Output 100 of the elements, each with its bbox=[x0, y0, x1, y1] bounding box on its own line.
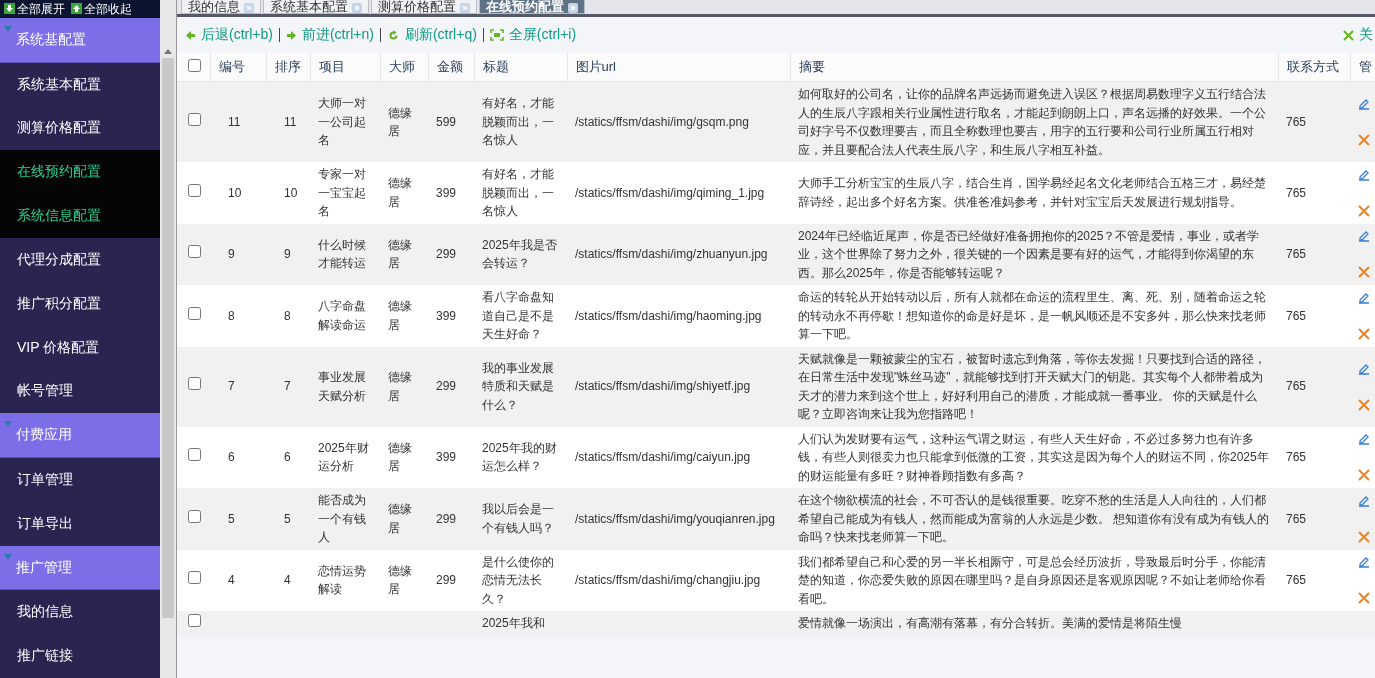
table-cell: 399 bbox=[436, 450, 457, 464]
edit-icon[interactable] bbox=[1358, 494, 1370, 507]
table-cell: 4 bbox=[284, 573, 291, 587]
column-header: 标题 bbox=[474, 53, 567, 82]
sidebar-group-header[interactable]: 推广管理 bbox=[0, 545, 160, 591]
edit-icon[interactable] bbox=[1358, 98, 1370, 110]
table-cell: 我们都希望自己和心爱的另一半长相厮守，可是总会经历波折，导致最后时分手，你能清楚的知道，你恋爱失败的原因在哪里吗？是自身原因还是客观原因呢？不如让老师给你看看吧。 bbox=[798, 554, 1266, 606]
delete-icon[interactable] bbox=[1358, 134, 1370, 146]
table-cell: 299 bbox=[436, 379, 457, 394]
table-cell: 765 bbox=[1286, 379, 1307, 394]
close-icon[interactable] bbox=[568, 3, 578, 13]
expand-all-button[interactable]: 全部展开 bbox=[4, 1, 65, 16]
table-cell: 事业发展天赋分析 bbox=[318, 370, 366, 403]
delete-icon[interactable] bbox=[1358, 398, 1370, 411]
sidebar-group-header[interactable]: 系统基配置 bbox=[0, 17, 160, 63]
table-cell: 命运的转轮从开始转动以后，所有人就都在命运的流程里生、离、死、别，随着命运之轮的转动永不再停歇！想知道你的命是好是坏，是一帆风顺还是不安多舛，那么快来找老师算一下吧。 bbox=[798, 290, 1266, 341]
sidebar-item[interactable]: 在线预约配置 bbox=[0, 150, 160, 195]
table-cell: 299 bbox=[436, 511, 457, 526]
row-checkbox[interactable] bbox=[188, 571, 201, 584]
tab[interactable]: 在线预约配置 bbox=[479, 0, 585, 14]
row-checkbox[interactable] bbox=[188, 245, 201, 258]
table-cell: 6 bbox=[228, 450, 235, 464]
table-cell: 4 bbox=[228, 573, 235, 587]
table-cell: 有好名，才能脱颖而出，一名惊人 bbox=[482, 96, 554, 148]
table-cell: 看八字命盘知道自己是不是天生好命？ bbox=[482, 290, 554, 341]
edit-icon[interactable] bbox=[1358, 230, 1370, 243]
table-cell: /statics/ffsm/dashi/img/gsqm.png bbox=[575, 114, 749, 129]
sidebar-item[interactable]: 系统信息配置 bbox=[0, 194, 160, 238]
table-cell: 765 bbox=[1286, 247, 1307, 261]
edit-icon[interactable] bbox=[1358, 433, 1370, 446]
table-cell: 德缘居 bbox=[388, 502, 412, 535]
row-checkbox[interactable] bbox=[188, 614, 201, 627]
row-checkbox[interactable] bbox=[188, 183, 201, 197]
table-cell: 专家一对一宝宝起名 bbox=[318, 167, 366, 218]
table-cell: 能否成为一个有钱人 bbox=[318, 493, 366, 544]
edit-icon[interactable] bbox=[1358, 168, 1370, 181]
delete-icon[interactable] bbox=[1358, 327, 1370, 340]
row-checkbox[interactable] bbox=[188, 306, 201, 320]
table-cell: 299 bbox=[436, 247, 457, 261]
table-cell: 2025年我是否会转运？ bbox=[482, 237, 557, 271]
column-header: 联系方式 bbox=[1278, 53, 1350, 82]
delete-icon[interactable] bbox=[1358, 469, 1370, 482]
table-cell: 10 bbox=[228, 185, 242, 200]
table-cell: 大师手工分析宝宝的生辰八字，结合生肖，国学易经起名文化老师结合五格三才，易经楚辞诗经，起出多个好名方案。供准爸准妈参考，并针对宝宝后天发展进行规划指导。 bbox=[798, 176, 1266, 209]
table-cell: /statics/ffsm/dashi/img/caiyun.jpg bbox=[575, 450, 751, 464]
table-cell: 2025年财运分析 bbox=[318, 440, 369, 474]
table-cell: 在这个物欲横流的社会，不可否认的是钱很重要。吃穿不愁的生活是人人向往的，人们都希望自己能成为有钱人，然而能成为富翁的人永远是少数。 想知道你有没有成为有钱人的命吗？快来找老师算一下吧。 bbox=[798, 493, 1270, 544]
table-cell: 765 bbox=[1286, 450, 1307, 464]
column-header: 金额 bbox=[428, 53, 474, 82]
column-header: 图片url bbox=[567, 53, 790, 82]
sidebar-group-header[interactable]: 付费应用 bbox=[0, 413, 160, 459]
table-cell: 2025年我的财运怎么样？ bbox=[482, 440, 557, 474]
column-header: 编号 bbox=[210, 53, 266, 82]
table-cell: 我的事业发展特质和天赋是什么？ bbox=[482, 360, 554, 412]
table-cell: 德缘居 bbox=[388, 370, 412, 403]
close-icon bbox=[1343, 29, 1354, 41]
tab[interactable]: 我的信息 bbox=[181, 0, 261, 14]
table-cell: 什么时候才能转运 bbox=[318, 237, 366, 271]
table-cell: /statics/ffsm/dashi/img/haoming.jpg bbox=[575, 308, 762, 323]
edit-icon[interactable] bbox=[1358, 362, 1370, 375]
edit-icon[interactable] bbox=[1358, 291, 1370, 304]
scroll-up-icon[interactable] bbox=[164, 48, 172, 54]
column-header: 大师 bbox=[380, 53, 428, 82]
tab[interactable]: 系统基本配置 bbox=[263, 0, 369, 14]
table-cell: 5 bbox=[284, 511, 291, 526]
table-cell: 大师一对一公司起名 bbox=[318, 96, 366, 148]
table-cell: 是什么使你的恋情无法长久？ bbox=[482, 554, 554, 606]
table-cell: 8 bbox=[228, 308, 235, 323]
column-header: 摘要 bbox=[790, 53, 1278, 82]
select-all-checkbox[interactable] bbox=[188, 59, 201, 72]
row-checkbox[interactable] bbox=[188, 448, 201, 461]
delete-icon[interactable] bbox=[1358, 592, 1370, 605]
delete-icon[interactable] bbox=[1358, 266, 1370, 279]
table-cell: 11 bbox=[284, 114, 297, 129]
row-checkbox[interactable] bbox=[188, 377, 201, 391]
column-header: 排序 bbox=[266, 53, 310, 82]
table-cell: /statics/ffsm/dashi/img/zhuanyun.jpg bbox=[575, 247, 768, 261]
row-checkbox[interactable] bbox=[188, 112, 201, 126]
table-cell: 2025年我和 bbox=[482, 616, 545, 630]
table-cell: 399 bbox=[436, 308, 457, 323]
fullscreen-icon bbox=[489, 29, 504, 41]
table-cell: 9 bbox=[284, 247, 291, 261]
table-cell: /statics/ffsm/dashi/img/changjiu.jpg bbox=[575, 573, 761, 587]
column-header: 项目 bbox=[310, 53, 380, 82]
table-cell: 德缘居 bbox=[388, 237, 412, 271]
column-header: 管 bbox=[1350, 53, 1375, 82]
collapse-all-button[interactable]: 全部收起 bbox=[71, 1, 132, 16]
tab[interactable]: 测算价格配置 bbox=[371, 0, 477, 14]
table-cell: 765 bbox=[1286, 308, 1307, 323]
scrollbar-thumb[interactable] bbox=[162, 58, 174, 618]
delete-icon[interactable] bbox=[1358, 204, 1370, 217]
table-cell: 我以后会是一个有钱人吗？ bbox=[482, 502, 554, 535]
table-cell: 2024年已经临近尾声，你是否已经做好准备拥抱你的2025？不管是爱情，事业，或者学业，这个世界除了努力之外，很关键的一个因素是要有好的运气，才能得到你渴望的东西。那么2025年，你是否能够转运呢？ bbox=[798, 228, 1260, 280]
table-cell: 299 bbox=[436, 573, 457, 587]
row-checkbox[interactable] bbox=[188, 509, 201, 523]
delete-icon[interactable] bbox=[1358, 530, 1370, 543]
table-cell: 11 bbox=[228, 114, 241, 129]
table-cell: /statics/ffsm/dashi/img/qiming_1.jpg bbox=[575, 185, 765, 200]
table-cell: 恋情运势解读 bbox=[318, 563, 366, 597]
edit-icon[interactable] bbox=[1358, 556, 1370, 569]
